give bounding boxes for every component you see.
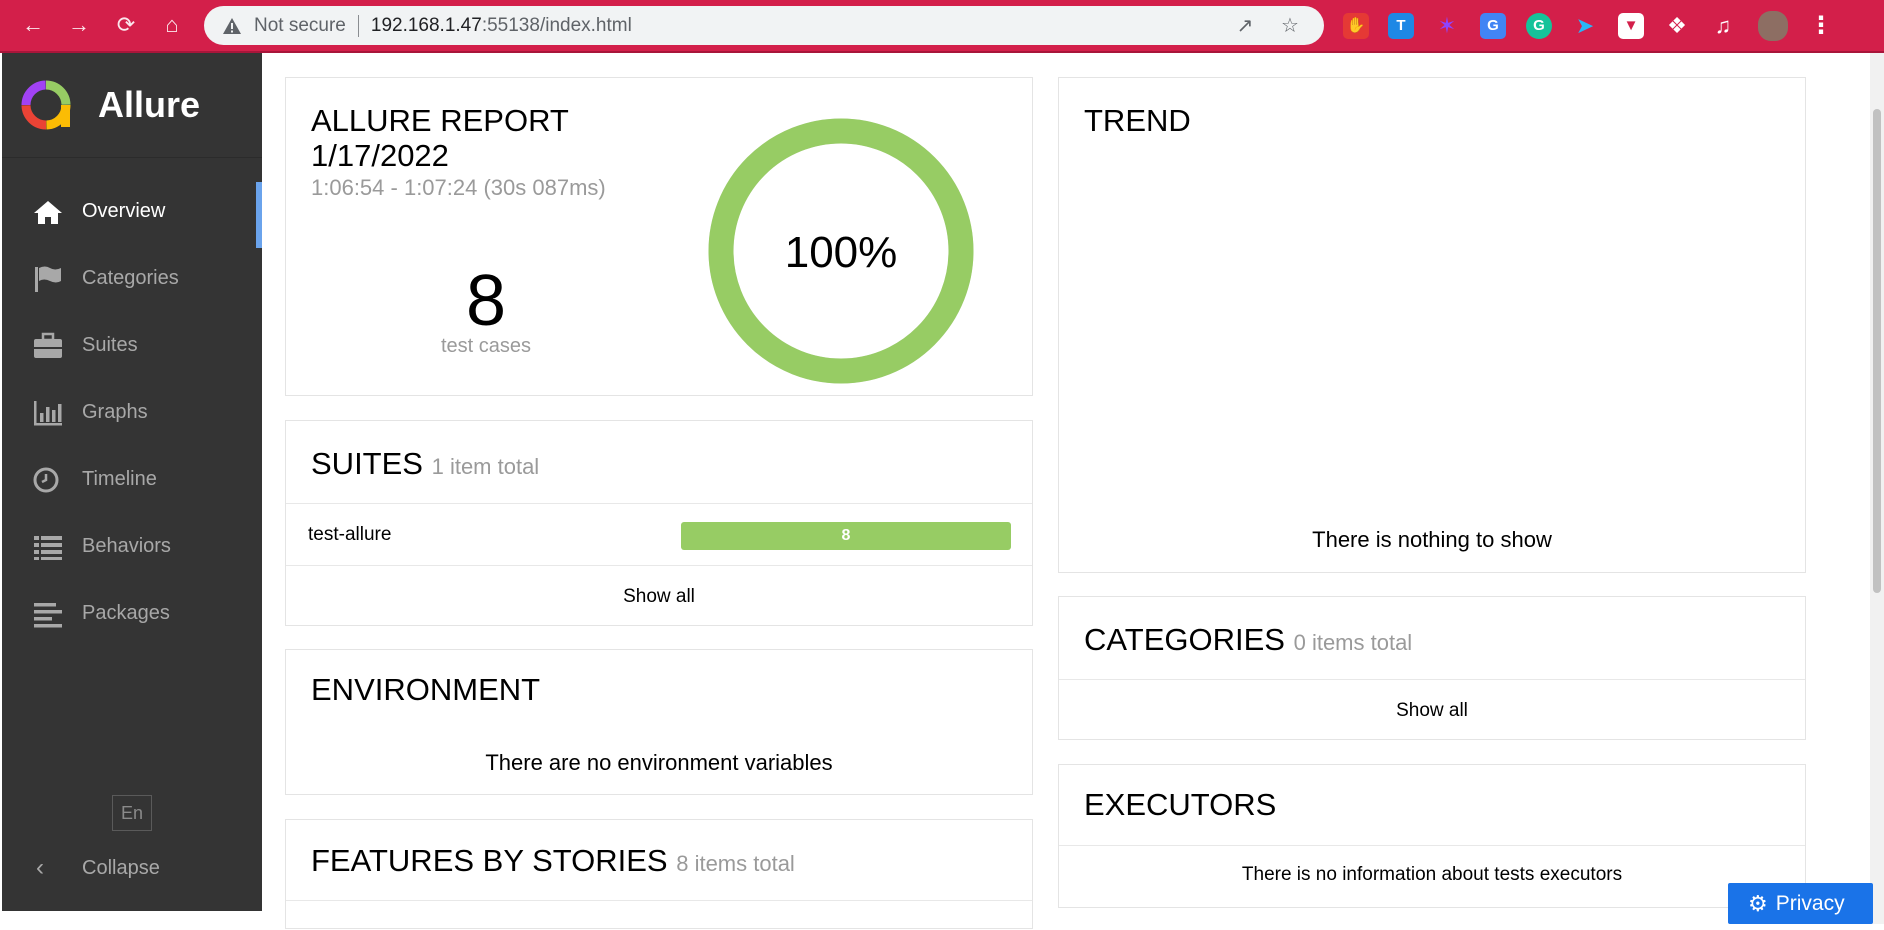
- url-host: 192.168.1.47: [370, 14, 482, 36]
- trend-widget: TREND There is nothing to show: [1058, 77, 1806, 573]
- test-case-count: 8: [465, 261, 507, 341]
- executors-widget: EXECUTORS There is no information about …: [1058, 764, 1806, 908]
- environment-title: ENVIRONMENT: [311, 672, 541, 707]
- sidebar-menu: Overview Categories Suites Graphs Timeli…: [2, 178, 262, 647]
- bookmark-star-icon[interactable]: ☆: [1279, 15, 1301, 37]
- allure-logo-icon: [21, 80, 71, 130]
- translate-extension-icon[interactable]: T: [1388, 13, 1414, 39]
- features-divider: [286, 900, 1032, 930]
- sidebar-item-suites[interactable]: Suites: [2, 312, 262, 379]
- sidebar-item-label: Graphs: [82, 401, 148, 423]
- language-switch[interactable]: En: [112, 795, 152, 831]
- environment-empty-text: There are no environment variables: [485, 750, 833, 775]
- suites-heading: SUITES: [311, 446, 423, 481]
- reload-icon[interactable]: ⟳: [110, 9, 142, 41]
- url-text[interactable]: 192.168.1.47:55138/index.html: [371, 15, 632, 37]
- privacy-button[interactable]: ⚙ Privacy: [1728, 883, 1873, 924]
- categories-heading: CATEGORIES: [1084, 622, 1285, 657]
- categories-show-all-row: Show all: [1059, 679, 1805, 741]
- address-divider: [357, 14, 359, 37]
- suite-status-bar[interactable]: 8: [681, 522, 1011, 550]
- back-arrow-icon[interactable]: ←: [17, 9, 49, 41]
- align-left-icon: [30, 599, 66, 629]
- suites-widget: SUITES 1 item total test-allure 8 Show a…: [285, 420, 1033, 626]
- report-time-range: 1:06:54 - 1:07:24 (30s 087ms): [311, 175, 606, 200]
- bar-chart-icon: [30, 398, 66, 428]
- address-bar[interactable]: Not secure 192.168.1.47:55138/index.html…: [204, 6, 1324, 45]
- google-translate-icon[interactable]: G: [1480, 13, 1506, 39]
- features-widget: FEATURES BY STORIES 8 items total: [285, 819, 1033, 929]
- executors-empty-text: There is no information about tests exec…: [1241, 864, 1623, 885]
- environment-widget: ENVIRONMENT There are no environment var…: [285, 649, 1033, 795]
- sidebar-item-packages[interactable]: Packages: [2, 580, 262, 647]
- trend-empty-text: There is nothing to show: [1312, 527, 1552, 552]
- suites-show-all-row: Show all: [286, 565, 1032, 627]
- gear-icon: ⚙: [1748, 890, 1768, 916]
- sidebar-item-label: Categories: [82, 267, 179, 289]
- list-icon: [30, 532, 66, 562]
- home-icon: [30, 197, 66, 227]
- adblock-extension-icon[interactable]: ✋: [1343, 13, 1369, 39]
- browser-menu-icon[interactable]: ⋮: [1808, 13, 1834, 39]
- categories-show-all-link[interactable]: Show all: [1059, 700, 1805, 722]
- extensions-puzzle-icon[interactable]: ❖: [1664, 13, 1690, 39]
- warning-icon[interactable]: [222, 16, 242, 36]
- scrollbar-thumb[interactable]: [1873, 109, 1881, 593]
- avatar[interactable]: [1758, 11, 1788, 41]
- media-queue-icon[interactable]: ♫: [1710, 13, 1736, 39]
- home-button-icon[interactable]: ⌂: [156, 9, 188, 41]
- browser-toolbar: ← → ⟳ ⌂ Not secure 192.168.1.47:55138/in…: [0, 0, 1884, 53]
- sparkle-extension-icon[interactable]: ✶: [1434, 13, 1460, 39]
- forward-arrow-icon[interactable]: →: [63, 9, 95, 41]
- grammarly-icon[interactable]: G: [1526, 13, 1552, 39]
- sidebar-item-behaviors[interactable]: Behaviors: [2, 513, 262, 580]
- trend-title: TREND: [1084, 103, 1191, 138]
- security-label[interactable]: Not secure: [254, 15, 346, 37]
- sidebar-item-graphs[interactable]: Graphs: [2, 379, 262, 446]
- rocket-extension-icon[interactable]: ➤: [1572, 13, 1598, 39]
- executors-title: EXECUTORS: [1084, 787, 1277, 822]
- privacy-label: Privacy: [1775, 891, 1845, 915]
- sidebar-item-categories[interactable]: Categories: [2, 245, 262, 312]
- sidebar-item-label: Suites: [82, 334, 138, 356]
- pass-rate-percent: 100%: [784, 228, 898, 277]
- sidebar-item-overview[interactable]: Overview: [2, 178, 262, 248]
- sidebar-item-label: Timeline: [82, 468, 157, 490]
- report-date: 1/17/2022: [311, 138, 449, 173]
- suites-show-all-link[interactable]: Show all: [286, 586, 1032, 608]
- categories-widget: CATEGORIES 0 items total Show all: [1058, 596, 1806, 740]
- test-case-label: test cases: [440, 335, 532, 357]
- suite-name[interactable]: test-allure: [308, 524, 391, 546]
- url-path: :55138/index.html: [481, 14, 632, 36]
- executors-row: There is no information about tests exec…: [1059, 845, 1805, 907]
- pocket-icon[interactable]: ▼: [1618, 13, 1644, 39]
- categories-title: CATEGORIES 0 items total: [1084, 622, 1412, 658]
- summary-widget: ALLURE REPORT 1/17/2022 1:06:54 - 1:07:2…: [285, 77, 1033, 396]
- report-title: ALLURE REPORT: [311, 103, 569, 138]
- briefcase-icon: [30, 331, 66, 361]
- suites-title: SUITES 1 item total: [311, 446, 539, 482]
- suites-count: 1 item total: [431, 454, 540, 479]
- features-title: FEATURES BY STORIES 8 items total: [311, 843, 795, 879]
- flag-icon: [30, 264, 66, 294]
- categories-count: 0 items total: [1293, 630, 1413, 655]
- sidebar-item-label: Overview: [82, 200, 166, 222]
- features-count: 8 items total: [676, 851, 795, 876]
- features-heading: FEATURES BY STORIES: [311, 843, 668, 878]
- collapse-label: Collapse: [82, 856, 160, 879]
- collapse-button[interactable]: ‹ Collapse: [2, 843, 160, 893]
- table-row[interactable]: test-allure 8: [286, 503, 1032, 565]
- brand[interactable]: Allure: [2, 53, 262, 158]
- sidebar-item-label: Packages: [82, 602, 170, 624]
- page-scrollbar[interactable]: [1870, 53, 1884, 924]
- clock-icon: [30, 465, 66, 495]
- sidebar-item-timeline[interactable]: Timeline: [2, 446, 262, 513]
- sidebar-item-label: Behaviors: [82, 535, 171, 557]
- share-icon[interactable]: ↗: [1234, 15, 1256, 37]
- chevron-left-icon: ‹: [36, 854, 44, 881]
- sidebar: Allure Overview Categories Suites Graphs: [2, 53, 262, 911]
- brand-title: Allure: [98, 84, 201, 125]
